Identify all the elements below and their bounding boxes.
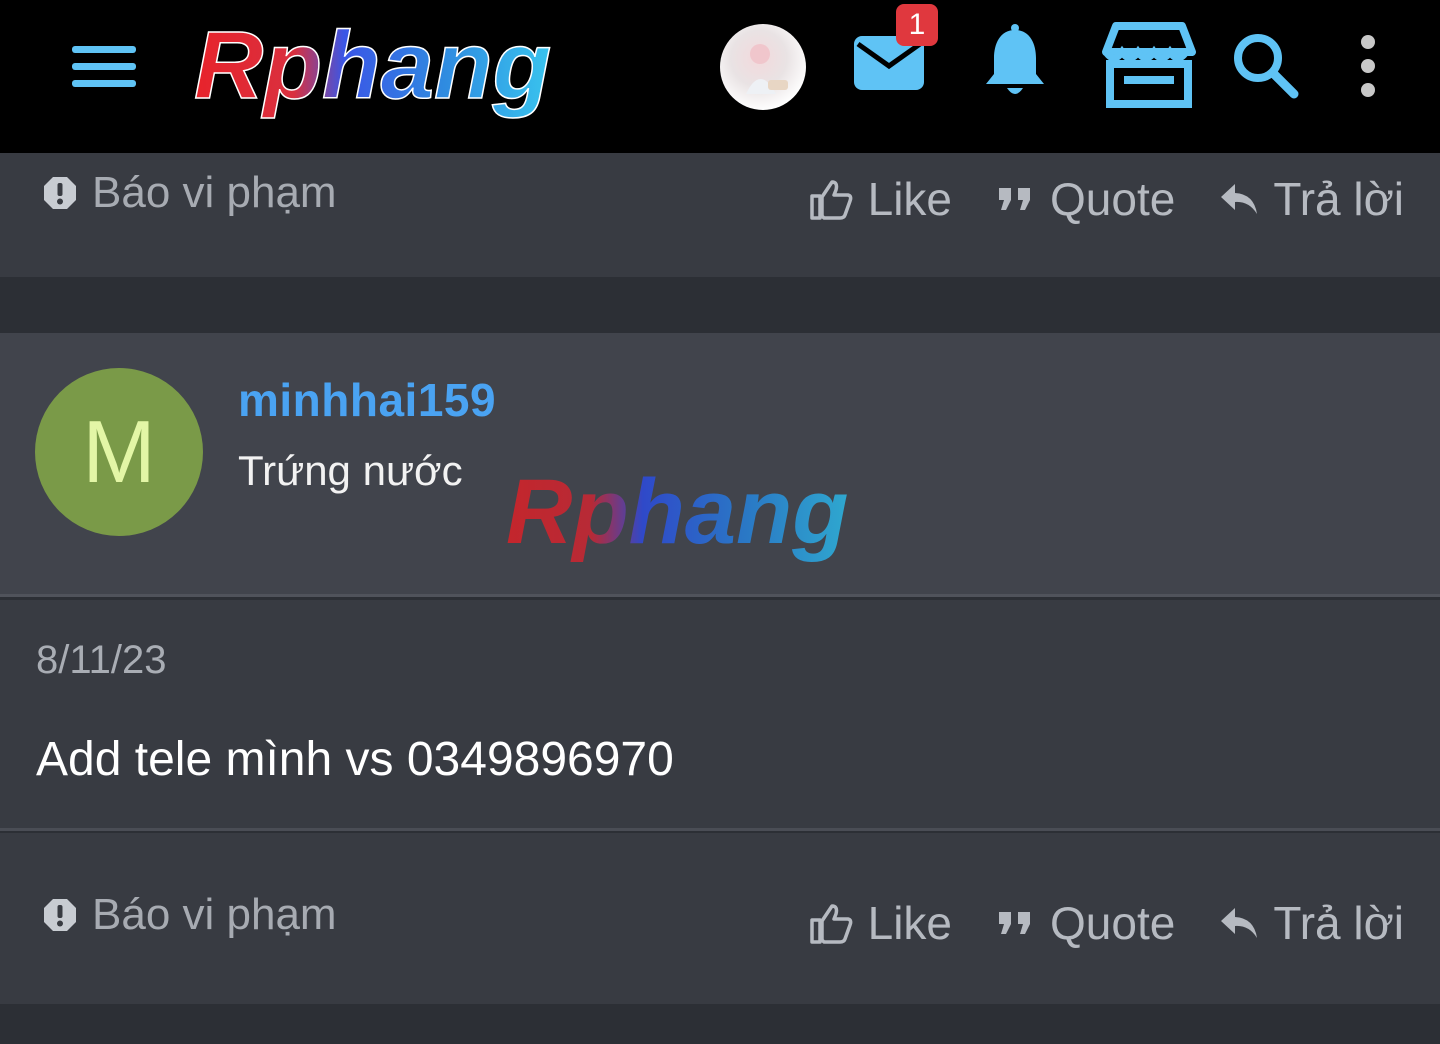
page-bottom bbox=[0, 1004, 1440, 1044]
watermark-logo: Rphang bbox=[500, 461, 940, 577]
report-label: Báo vi phạm bbox=[92, 168, 337, 217]
quote-button[interactable]: Quote bbox=[996, 172, 1175, 226]
user-title: Trứng nước bbox=[238, 447, 463, 494]
reply-button[interactable]: Trả lời bbox=[1219, 172, 1404, 226]
report-icon bbox=[44, 177, 76, 209]
like-button[interactable]: Like bbox=[808, 172, 952, 226]
like-label: Like bbox=[867, 897, 952, 949]
more-icon[interactable] bbox=[1350, 34, 1386, 98]
reply-label: Trả lời bbox=[1273, 897, 1404, 949]
avatar[interactable] bbox=[720, 24, 806, 110]
site-logo[interactable]: Rphang bbox=[188, 11, 648, 124]
post-actions: Báo vi phạm Like Quote Trả lời bbox=[0, 833, 1440, 1004]
post-separator bbox=[0, 277, 1440, 333]
watermark-text: Rphang bbox=[506, 461, 848, 563]
notification-badge: 1 bbox=[896, 4, 938, 46]
quote-label: Quote bbox=[1050, 897, 1176, 949]
report-icon bbox=[44, 899, 76, 931]
post-message: Add tele mình vs 0349896970 bbox=[36, 733, 674, 786]
post-date[interactable]: 8/11/23 bbox=[36, 638, 167, 683]
reply-label: Trả lời bbox=[1273, 173, 1404, 225]
report-button[interactable]: Báo vi phạm bbox=[42, 163, 337, 223]
shop-icon[interactable] bbox=[1096, 20, 1202, 110]
thumbs-up-icon bbox=[809, 904, 853, 944]
reply-icon bbox=[1221, 908, 1258, 938]
quote-label: Quote bbox=[1050, 173, 1176, 225]
quote-icon bbox=[999, 188, 1030, 210]
quote-icon bbox=[999, 912, 1030, 934]
reply-icon bbox=[1221, 184, 1258, 214]
thumbs-up-icon bbox=[809, 180, 853, 220]
user-avatar[interactable]: M bbox=[35, 368, 203, 536]
bell-icon[interactable] bbox=[980, 24, 1050, 102]
post-content: 8/11/23 Add tele mình vs 0349896970 bbox=[0, 600, 1440, 831]
report-button[interactable]: Báo vi phạm bbox=[42, 885, 337, 945]
reply-button[interactable]: Trả lời bbox=[1219, 896, 1404, 950]
search-icon[interactable] bbox=[1230, 30, 1300, 100]
top-bar: Rphang 1 bbox=[0, 0, 1440, 153]
logo-text: Rphang bbox=[194, 12, 551, 119]
post-user-panel: M minhhai159 Trứng nước Rphang bbox=[0, 333, 1440, 597]
previous-post-actions: Báo vi phạm Like Quote Trả lời bbox=[0, 153, 1440, 277]
like-label: Like bbox=[867, 173, 952, 225]
username-link[interactable]: minhhai159 bbox=[238, 373, 496, 427]
menu-icon[interactable] bbox=[70, 40, 140, 94]
report-label: Báo vi phạm bbox=[92, 890, 337, 939]
like-button[interactable]: Like bbox=[808, 896, 952, 950]
quote-button[interactable]: Quote bbox=[996, 896, 1175, 950]
